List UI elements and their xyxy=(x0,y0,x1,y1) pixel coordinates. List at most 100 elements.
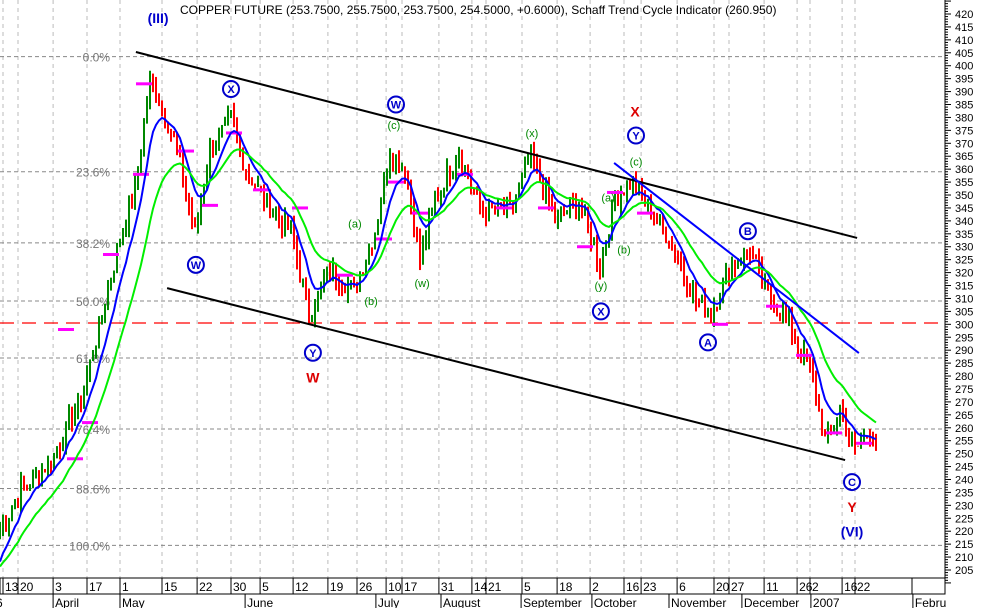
y-tick-label: 235 xyxy=(955,487,973,499)
y-tick-label: 320 xyxy=(955,268,973,280)
day-tick-label: 20 xyxy=(716,580,730,594)
day-tick-label: 1 xyxy=(122,580,129,594)
y-tick-label: 225 xyxy=(955,513,973,525)
wave-label: (III) xyxy=(148,10,169,26)
y-tick-label: 230 xyxy=(955,500,973,512)
day-tick-label: 26 xyxy=(799,580,813,594)
fib-label: 88.6% xyxy=(76,483,110,497)
wave-label: (y) xyxy=(594,281,607,293)
y-tick-label: 210 xyxy=(955,552,973,564)
day-tick-label: 17 xyxy=(404,580,418,594)
wave-label: (b) xyxy=(364,296,377,308)
y-tick-label: 330 xyxy=(955,242,973,254)
trend-line xyxy=(166,287,846,462)
fib-label: 23.6% xyxy=(76,166,110,180)
month-tick-label: July xyxy=(378,596,399,608)
y-tick-label: 405 xyxy=(955,48,973,60)
date-axis: 13 20 3 17 1 15 22 30 5 12 19 26 10 17 31 14 21 5 18 2 16 23 6… xyxy=(0,577,946,608)
day-tick-label: 23 xyxy=(643,580,657,594)
y-tick-label: 270 xyxy=(955,397,973,409)
y-tick-label: 390 xyxy=(955,87,973,99)
y-tick-label: 285 xyxy=(955,358,973,370)
y-tick-label: 315 xyxy=(955,281,973,293)
day-tick-label: 6 xyxy=(679,580,686,594)
y-tick-label: 325 xyxy=(955,255,973,267)
y-tick-label: 240 xyxy=(955,474,973,486)
y-tick-label: 410 xyxy=(955,35,973,47)
day-tick-label: 22 xyxy=(857,580,871,594)
fibonacci-levels: 0.0%23.6%38.2%50.0%61.8%76.4%88.6%100.0% xyxy=(0,51,945,553)
wave-label: (a) xyxy=(601,193,614,205)
moving-averages xyxy=(0,116,877,568)
day-tick-label: 2 xyxy=(812,580,819,594)
wave-label: Y xyxy=(632,131,640,143)
day-tick-label: 30 xyxy=(233,580,247,594)
y-tick-label: 250 xyxy=(955,449,973,461)
day-tick-label: 5 xyxy=(262,580,269,594)
day-tick-label: 16 xyxy=(626,580,640,594)
y-tick-label: 365 xyxy=(955,151,973,163)
wave-label: (c) xyxy=(387,120,400,132)
month-tick-label: Febru xyxy=(915,596,946,608)
month-tick-label: 6 xyxy=(0,596,3,608)
fast-average-line xyxy=(0,116,877,562)
wave-label: X xyxy=(227,84,235,96)
y-tick-label: 360 xyxy=(955,164,973,176)
month-tick-label: May xyxy=(122,596,145,608)
y-tick-label: 335 xyxy=(955,229,973,241)
day-tick-label: 2 xyxy=(592,580,599,594)
wave-label: X xyxy=(597,306,605,318)
wave-label: A xyxy=(704,337,712,349)
day-tick-label: 26 xyxy=(359,580,373,594)
wave-label: Y xyxy=(309,348,317,360)
price-bars xyxy=(0,70,877,540)
wave-label: W xyxy=(391,100,402,112)
day-tick-label: 27 xyxy=(731,580,745,594)
month-tick-label: April xyxy=(55,596,79,608)
y-tick-label: 370 xyxy=(955,138,973,150)
y-tick-label: 215 xyxy=(955,539,973,551)
y-tick-label: 420 xyxy=(955,9,973,21)
month-tick-label: 2007 xyxy=(813,596,840,608)
wave-label: (b) xyxy=(617,244,630,256)
wave-label: (a) xyxy=(348,218,361,230)
y-tick-label: 395 xyxy=(955,74,973,86)
y-tick-label: 220 xyxy=(955,526,973,538)
y-tick-label: 275 xyxy=(955,384,973,396)
wave-label: (VI) xyxy=(841,523,864,539)
wave-label: C xyxy=(848,477,856,489)
price-axis: 2052102152202252302352402452502552602652… xyxy=(944,0,973,584)
y-tick-label: 340 xyxy=(955,216,973,228)
wave-label: Y xyxy=(847,499,857,515)
y-tick-label: 310 xyxy=(955,293,973,305)
y-tick-label: 205 xyxy=(955,565,973,577)
day-tick-label: 21 xyxy=(488,580,502,594)
month-tick-label: September xyxy=(523,596,582,608)
day-tick-label: 15 xyxy=(164,580,178,594)
y-tick-label: 380 xyxy=(955,112,973,124)
wave-label: W xyxy=(306,370,320,386)
chart-title: COPPER FUTURE (253.7500, 255.7500, 253.7… xyxy=(180,3,776,17)
wave-label: W xyxy=(191,260,202,272)
copper-future-chart: 0.0%23.6%38.2%50.0%61.8%76.4%88.6%100.0%… xyxy=(0,0,973,608)
y-tick-label: 295 xyxy=(955,332,973,344)
y-tick-label: 345 xyxy=(955,203,973,215)
day-tick-label: 22 xyxy=(199,580,213,594)
fib-label: 38.2% xyxy=(76,237,110,251)
day-tick-label: 19 xyxy=(330,580,344,594)
y-tick-label: 375 xyxy=(955,125,973,137)
y-tick-label: 290 xyxy=(955,345,973,357)
wave-label: B xyxy=(744,226,752,238)
day-tick-label: 11 xyxy=(766,580,779,594)
y-tick-label: 415 xyxy=(955,22,973,34)
day-tick-label: 18 xyxy=(559,580,573,594)
month-tick-label: November xyxy=(671,596,726,608)
month-tick-label: October xyxy=(594,596,637,608)
wave-annotations: (III)XWWYW(a)(b)(c)(w)(x)(y)X(a)(b)(c)YX… xyxy=(148,10,864,539)
fib-label: 100.0% xyxy=(69,539,110,553)
day-tick-label: 20 xyxy=(20,580,34,594)
y-tick-label: 400 xyxy=(955,61,973,73)
day-tick-label: 12 xyxy=(295,580,309,594)
y-tick-label: 245 xyxy=(955,462,973,474)
y-tick-label: 280 xyxy=(955,371,973,383)
